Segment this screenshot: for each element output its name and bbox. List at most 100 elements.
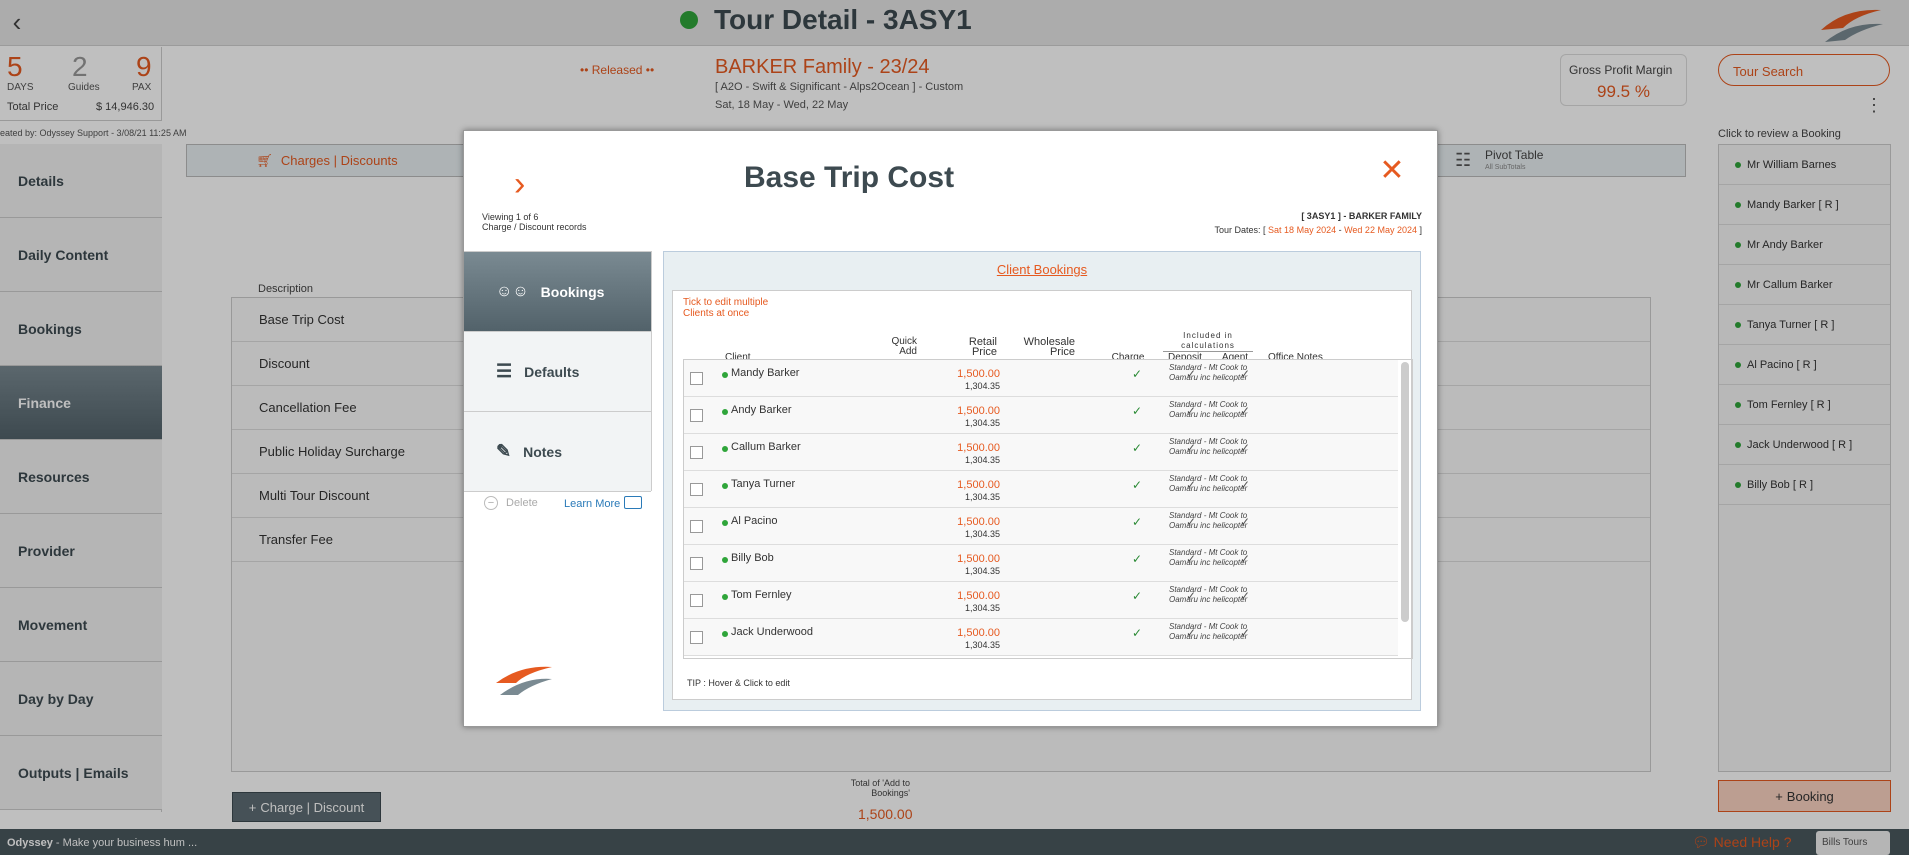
modal-tour-id: [ 3ASY1 ] - BARKER FAMILY bbox=[1301, 211, 1422, 221]
table-row[interactable]: Jack Underwood 1,500.00 1,304.35 ✓ ✓ ✓ S… bbox=[684, 619, 1398, 656]
tab-defaults[interactable]: ☰ Defaults bbox=[464, 332, 651, 412]
table-row[interactable]: Tanya Turner 1,500.00 1,304.35 ✓ ✓ ✓ Sta… bbox=[684, 471, 1398, 508]
office-notes: Standard - Mt Cook to Oamaru inc helicop… bbox=[1169, 548, 1248, 567]
client-rows: Mandy Barker 1,500.00 1,304.35 ✓ ✓ ✓ Sta… bbox=[683, 359, 1413, 659]
status-dot-icon bbox=[722, 631, 728, 637]
row-checkbox[interactable] bbox=[690, 446, 703, 459]
client-name: Tom Fernley bbox=[731, 589, 792, 601]
status-dot-icon bbox=[722, 594, 728, 600]
client-name: Tanya Turner bbox=[731, 478, 796, 490]
charge-check-icon[interactable]: ✓ bbox=[1132, 552, 1142, 566]
retail-price: 1,500.00 bbox=[957, 627, 1000, 639]
charge-check-icon[interactable]: ✓ bbox=[1132, 626, 1142, 640]
charge-check-icon[interactable]: ✓ bbox=[1132, 589, 1142, 603]
office-notes: Standard - Mt Cook to Oamaru inc helicop… bbox=[1169, 511, 1248, 530]
table-row[interactable]: Al Pacino 1,500.00 1,304.35 ✓ ✓ ✓ Standa… bbox=[684, 508, 1398, 545]
charge-check-icon[interactable]: ✓ bbox=[1132, 441, 1142, 455]
odyssey-logo bbox=[496, 666, 552, 695]
list-icon: ☰ bbox=[496, 361, 513, 381]
net-price: 1,304.35 bbox=[964, 492, 1000, 502]
office-notes: Standard - Mt Cook to Oamaru inc helicop… bbox=[1169, 437, 1248, 456]
table-row[interactable]: Mandy Barker 1,500.00 1,304.35 ✓ ✓ ✓ Sta… bbox=[684, 360, 1398, 397]
charge-check-icon[interactable]: ✓ bbox=[1132, 515, 1142, 529]
tick-note: Tick to edit multiple Clients at once bbox=[683, 297, 768, 319]
net-price: 1,304.35 bbox=[964, 381, 1000, 391]
tab-bookings[interactable]: ☺☺ Bookings bbox=[464, 252, 651, 332]
net-price: 1,304.35 bbox=[964, 455, 1000, 465]
tour-date-sep: - bbox=[1336, 225, 1345, 235]
retail-price: 1,500.00 bbox=[957, 368, 1000, 380]
delete-label: Delete bbox=[506, 497, 538, 509]
tip-text: TIP : Hover & Click to edit bbox=[687, 678, 790, 688]
row-checkbox[interactable] bbox=[690, 631, 703, 644]
client-name: Callum Barker bbox=[731, 441, 801, 453]
col-wholesale-price: Wholesale Price bbox=[1023, 336, 1075, 358]
tab-notes-label: Notes bbox=[523, 443, 562, 460]
scrollbar[interactable] bbox=[1401, 362, 1409, 622]
office-notes: Standard - Mt Cook to Oamaru inc helicop… bbox=[1169, 474, 1248, 493]
office-notes: Standard - Mt Cook to Oamaru inc helicop… bbox=[1169, 622, 1248, 641]
net-price: 1,304.35 bbox=[964, 418, 1000, 428]
table-row[interactable]: Callum Barker 1,500.00 1,304.35 ✓ ✓ ✓ St… bbox=[684, 434, 1398, 471]
office-notes: Standard - Mt Cook to Oamaru inc helicop… bbox=[1169, 585, 1248, 604]
people-icon: ☺☺ bbox=[496, 282, 529, 300]
base-trip-cost-modal: › Base Trip Cost ✕ Viewing 1 of 6 Charge… bbox=[463, 130, 1438, 727]
tour-date-from: Sat 18 May 2024 bbox=[1268, 225, 1337, 235]
viewing-count: Viewing 1 of 6 bbox=[482, 212, 539, 222]
office-notes: Standard - Mt Cook to Oamaru inc helicop… bbox=[1169, 400, 1248, 419]
viewing-sub: Charge / Discount records bbox=[482, 222, 587, 232]
row-checkbox[interactable] bbox=[690, 483, 703, 496]
minus-circle-icon: − bbox=[484, 496, 498, 510]
retail-price: 1,500.00 bbox=[957, 553, 1000, 565]
retail-price: 1,500.00 bbox=[957, 590, 1000, 602]
tick-note-line1: Tick to edit multiple bbox=[683, 297, 769, 308]
col-quick-add: Quick Add bbox=[891, 336, 917, 357]
client-name: Mandy Barker bbox=[731, 367, 800, 379]
row-checkbox[interactable] bbox=[690, 594, 703, 607]
retail-price: 1,500.00 bbox=[957, 479, 1000, 491]
status-dot-icon bbox=[722, 557, 728, 563]
tick-note-line2: Clients at once bbox=[683, 308, 750, 319]
client-bookings-table: Tick to edit multiple Clients at once Cl… bbox=[672, 290, 1413, 700]
tour-dates-suffix: ] bbox=[1416, 225, 1422, 235]
modal-title: Base Trip Cost bbox=[744, 161, 955, 194]
charge-check-icon[interactable]: ✓ bbox=[1132, 404, 1142, 418]
client-bookings-title[interactable]: Client Bookings bbox=[664, 262, 1420, 277]
table-row[interactable]: Billy Bob 1,500.00 1,304.35 ✓ ✓ ✓ Standa… bbox=[684, 545, 1398, 582]
status-dot-icon bbox=[722, 446, 728, 452]
net-price: 1,304.35 bbox=[964, 566, 1000, 576]
retail-price: 1,500.00 bbox=[957, 516, 1000, 528]
table-row[interactable]: Tom Fernley 1,500.00 1,304.35 ✓ ✓ ✓ Stan… bbox=[684, 582, 1398, 619]
net-price: 1,304.35 bbox=[964, 529, 1000, 539]
close-icon[interactable]: ✕ bbox=[1379, 156, 1405, 186]
net-price: 1,304.35 bbox=[964, 640, 1000, 650]
charge-check-icon[interactable]: ✓ bbox=[1132, 478, 1142, 492]
client-bookings-panel: Client Bookings Tick to edit multiple Cl… bbox=[663, 251, 1421, 711]
row-checkbox[interactable] bbox=[690, 520, 703, 533]
learn-more-link[interactable]: Learn More bbox=[564, 498, 620, 510]
status-dot-icon bbox=[722, 520, 728, 526]
edit-note-icon: ✎ bbox=[496, 441, 512, 461]
row-checkbox[interactable] bbox=[690, 372, 703, 385]
next-record-chevron-icon[interactable]: › bbox=[514, 167, 538, 203]
table-row[interactable]: Andy Barker 1,500.00 1,304.35 ✓ ✓ ✓ Stan… bbox=[684, 397, 1398, 434]
delete-button[interactable]: − Delete bbox=[484, 496, 538, 510]
tour-dates-prefix: Tour Dates: [ bbox=[1214, 225, 1269, 235]
app-window: ‹ Tour Detail - 3ASY1 5 DAYS 2 Guides 9 … bbox=[0, 0, 1909, 855]
status-dot-icon bbox=[722, 372, 728, 378]
modal-tab-list: ☺☺ Bookings ☰ Defaults ✎ Notes bbox=[464, 251, 652, 492]
charge-check-icon[interactable]: ✓ bbox=[1132, 367, 1142, 381]
net-price: 1,304.35 bbox=[964, 603, 1000, 613]
tab-bookings-label: Bookings bbox=[540, 283, 605, 300]
tab-defaults-label: Defaults bbox=[524, 363, 580, 380]
row-checkbox[interactable] bbox=[690, 557, 703, 570]
office-notes: Standard - Mt Cook to Oamaru inc helicop… bbox=[1169, 363, 1248, 382]
col-included: Included in calculations bbox=[1163, 331, 1253, 352]
client-name: Jack Underwood bbox=[731, 626, 813, 638]
status-dot-icon bbox=[722, 483, 728, 489]
row-checkbox[interactable] bbox=[690, 409, 703, 422]
tab-notes[interactable]: ✎ Notes bbox=[464, 412, 651, 492]
video-icon[interactable] bbox=[624, 496, 642, 509]
record-viewing-info: Viewing 1 of 6 Charge / Discount records bbox=[482, 212, 587, 232]
tour-date-to: Wed 22 May 2024 bbox=[1344, 225, 1417, 235]
